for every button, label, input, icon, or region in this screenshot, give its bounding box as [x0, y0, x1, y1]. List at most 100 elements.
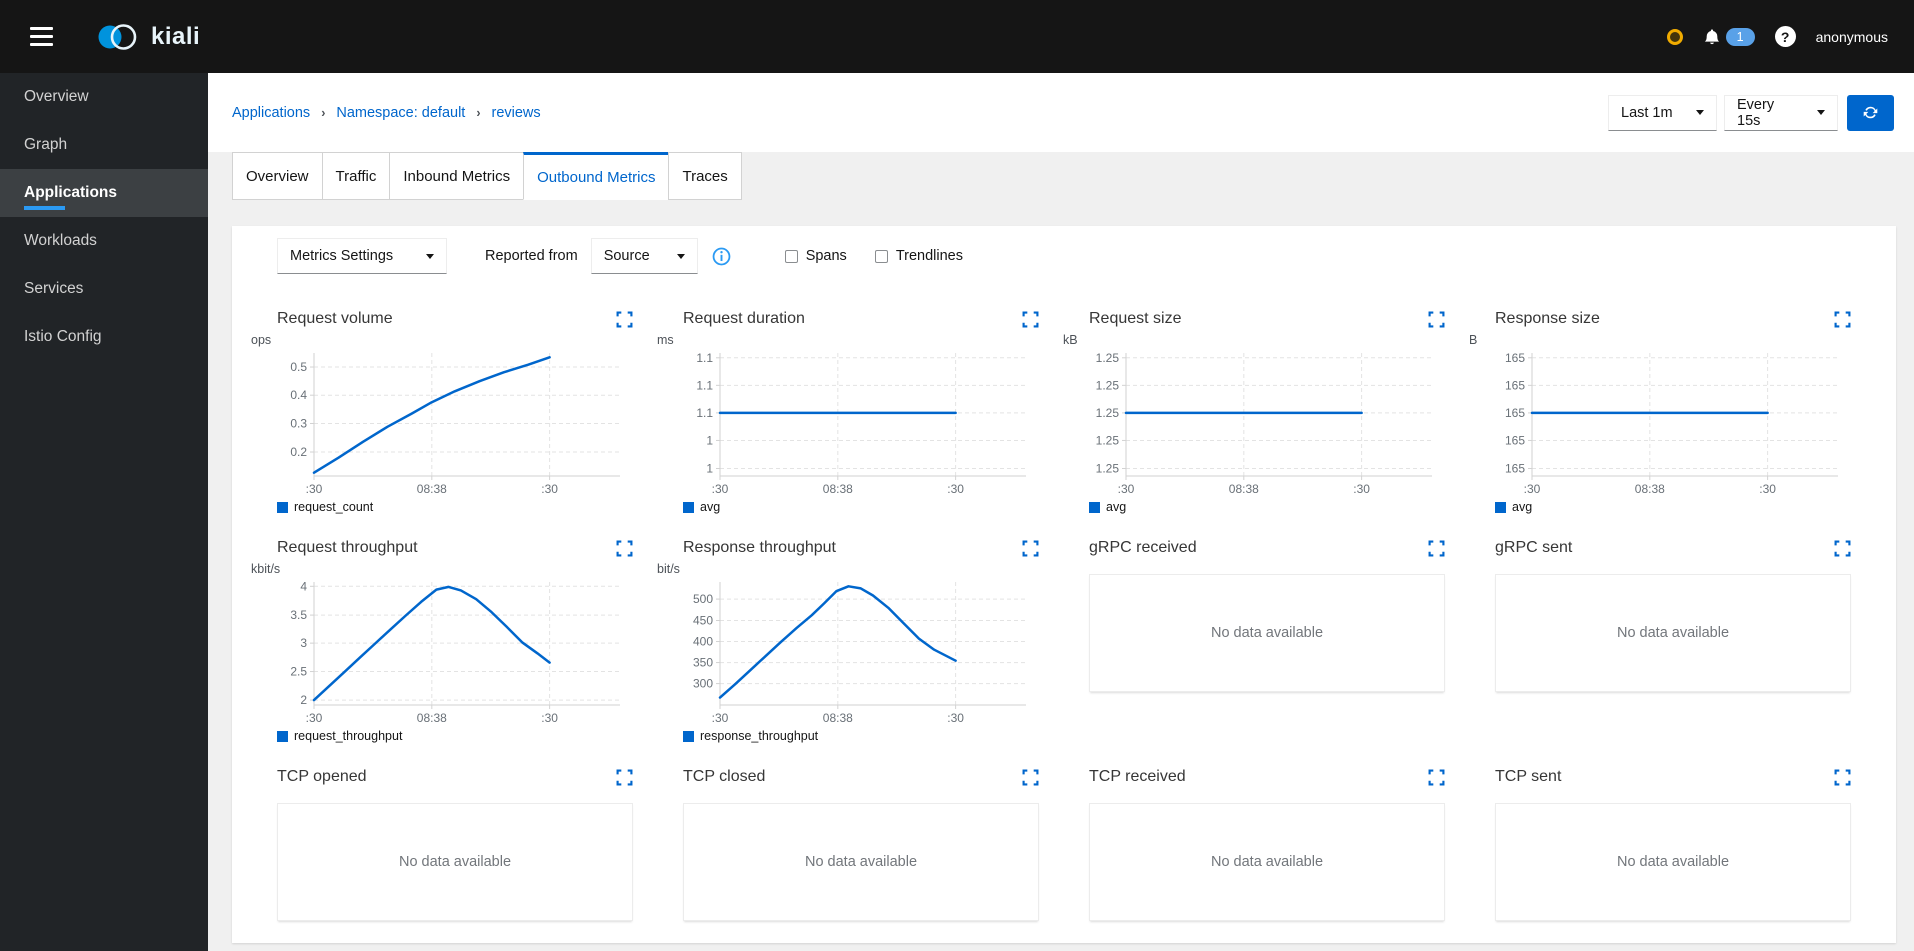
- main-content: Applications › Namespace: default › revi…: [208, 73, 1914, 951]
- tab-inbound-metrics[interactable]: Inbound Metrics: [389, 152, 525, 200]
- expand-chart-button[interactable]: [616, 769, 633, 786]
- chart-legend[interactable]: avg: [683, 500, 1039, 514]
- x-tick-label: :30: [541, 711, 558, 725]
- no-data-message: No data available: [1495, 803, 1851, 921]
- help-button[interactable]: ?: [1774, 26, 1796, 47]
- legend-swatch-icon: [683, 501, 694, 513]
- checkbox-icon: [784, 249, 798, 263]
- x-tick-label: :30: [947, 482, 964, 496]
- x-tick-label: 08:38: [1635, 482, 1665, 496]
- chart-plot: 4 3.5 3 2.5 2:30 08:38:30: [290, 579, 620, 725]
- y-tick-label: 165: [1505, 406, 1525, 420]
- sidebar-item-workloads[interactable]: Workloads: [0, 217, 208, 265]
- nav-toggle-button[interactable]: [26, 23, 57, 50]
- chart-legend[interactable]: avg: [1089, 500, 1445, 514]
- tab-overview[interactable]: Overview: [232, 152, 323, 200]
- legend-swatch-icon: [277, 501, 288, 513]
- legend-label: avg: [1512, 500, 1533, 514]
- no-data-message: No data available: [1089, 574, 1445, 692]
- expand-chart-button[interactable]: [1834, 311, 1851, 328]
- expand-chart-button[interactable]: [1428, 540, 1445, 557]
- sidebar-item-overview[interactable]: Overview: [0, 73, 208, 121]
- duration-select[interactable]: Last 1m: [1608, 94, 1717, 131]
- breadcrumb-applications[interactable]: Applications: [232, 105, 310, 121]
- y-axis-unit: bit/s: [657, 562, 680, 576]
- tab-traces[interactable]: Traces: [668, 152, 742, 200]
- chart-plot: 1.25 1.25 1.25 1.25 1.25:30 08:38:30: [1096, 351, 1432, 496]
- breadcrumb-namespace[interactable]: Namespace: default: [336, 105, 465, 121]
- expand-icon: [1834, 769, 1851, 785]
- chart-legend[interactable]: avg: [1495, 500, 1851, 514]
- tab-traffic[interactable]: Traffic: [321, 152, 391, 200]
- caret-down-icon: [426, 253, 434, 263]
- bell-icon: [1704, 28, 1719, 44]
- expand-icon: [1022, 769, 1039, 785]
- metrics-settings-select[interactable]: Metrics Settings: [277, 238, 447, 274]
- y-tick-label: 1: [706, 461, 713, 475]
- expand-chart-button[interactable]: [1022, 311, 1039, 328]
- spans-checkbox[interactable]: Spans: [784, 248, 847, 264]
- mesh-status-icon[interactable]: [1666, 28, 1683, 45]
- x-tick-label: :30: [947, 711, 964, 725]
- chart-title: gRPC received: [1089, 539, 1197, 556]
- expand-chart-button[interactable]: [1834, 769, 1851, 786]
- sidebar-item-istio-config[interactable]: Istio Config: [0, 313, 208, 361]
- legend-label: avg: [1106, 500, 1127, 514]
- expand-chart-button[interactable]: [1428, 311, 1445, 328]
- x-tick-label: 08:38: [823, 482, 853, 496]
- y-axis-unit: kbit/s: [251, 562, 281, 576]
- chart-legend[interactable]: request_count: [277, 500, 633, 514]
- breadcrumb: Applications › Namespace: default › revi…: [232, 105, 541, 121]
- legend-label: response_throughput: [700, 729, 819, 743]
- chart-title: TCP opened: [277, 768, 367, 785]
- user-menu[interactable]: anonymous: [1816, 29, 1888, 45]
- refresh-interval-select[interactable]: Every 15s: [1724, 94, 1838, 131]
- sidebar-item-graph[interactable]: Graph: [0, 121, 208, 169]
- x-tick-label: :30: [1118, 482, 1135, 496]
- y-tick-label: 2: [300, 693, 307, 707]
- trendlines-checkbox[interactable]: Trendlines: [874, 248, 963, 264]
- x-tick-label: :30: [1759, 482, 1776, 496]
- y-axis-unit: B: [1469, 333, 1478, 347]
- breadcrumb-app-reviews[interactable]: reviews: [492, 105, 541, 121]
- y-tick-label: 500: [693, 592, 713, 606]
- expand-chart-button[interactable]: [1022, 540, 1039, 557]
- chart-legend[interactable]: response_throughput: [683, 729, 1039, 743]
- x-tick-label: :30: [306, 711, 323, 725]
- expand-chart-button[interactable]: [1022, 769, 1039, 786]
- expand-chart-button[interactable]: [616, 540, 633, 557]
- tab-bar: Overview Traffic Inbound Metrics Outboun…: [232, 152, 1914, 200]
- y-tick-label: 1.25: [1096, 378, 1120, 392]
- chevron-right-icon: ›: [476, 105, 481, 120]
- chart-legend[interactable]: request_throughput: [277, 729, 633, 743]
- y-tick-label: 0.3: [290, 416, 307, 430]
- tab-outbound-metrics[interactable]: Outbound Metrics: [523, 152, 670, 200]
- y-tick-label: 300: [693, 677, 713, 691]
- no-data-message: No data available: [1089, 803, 1445, 921]
- chart-tcp-sent: TCP sent No data available: [1495, 765, 1851, 921]
- question-icon: ?: [1780, 28, 1790, 45]
- y-tick-label: 1.25: [1096, 433, 1120, 447]
- y-tick-label: 165: [1505, 351, 1525, 365]
- masthead: kiali 1 ? anonymous: [0, 0, 1914, 73]
- reported-from-select[interactable]: Source: [590, 238, 698, 274]
- notifications-button[interactable]: 1: [1703, 27, 1755, 46]
- sidebar-item-services[interactable]: Services: [0, 265, 208, 313]
- x-tick-label: :30: [1353, 482, 1370, 496]
- chevron-right-icon: ›: [321, 105, 326, 120]
- chart-title: Request size: [1089, 310, 1182, 327]
- kiali-logo-icon: [98, 23, 137, 50]
- expand-chart-button[interactable]: [616, 311, 633, 328]
- y-tick-label: 4: [300, 579, 307, 593]
- x-tick-label: :30: [541, 482, 558, 496]
- chart-plot: 1.1 1.1 1.1 1 1:30 08:38:30: [696, 351, 1026, 496]
- expand-chart-button[interactable]: [1834, 540, 1851, 557]
- expand-icon: [1428, 311, 1445, 327]
- expand-chart-button[interactable]: [1428, 769, 1445, 786]
- refresh-button[interactable]: [1847, 94, 1894, 131]
- chart-tcp-closed: TCP closed No data available: [683, 765, 1039, 921]
- info-icon[interactable]: [712, 247, 731, 266]
- kiali-logo[interactable]: kiali: [95, 22, 200, 52]
- caret-down-icon: [1817, 110, 1825, 119]
- sidebar-item-applications[interactable]: Applications: [0, 169, 208, 217]
